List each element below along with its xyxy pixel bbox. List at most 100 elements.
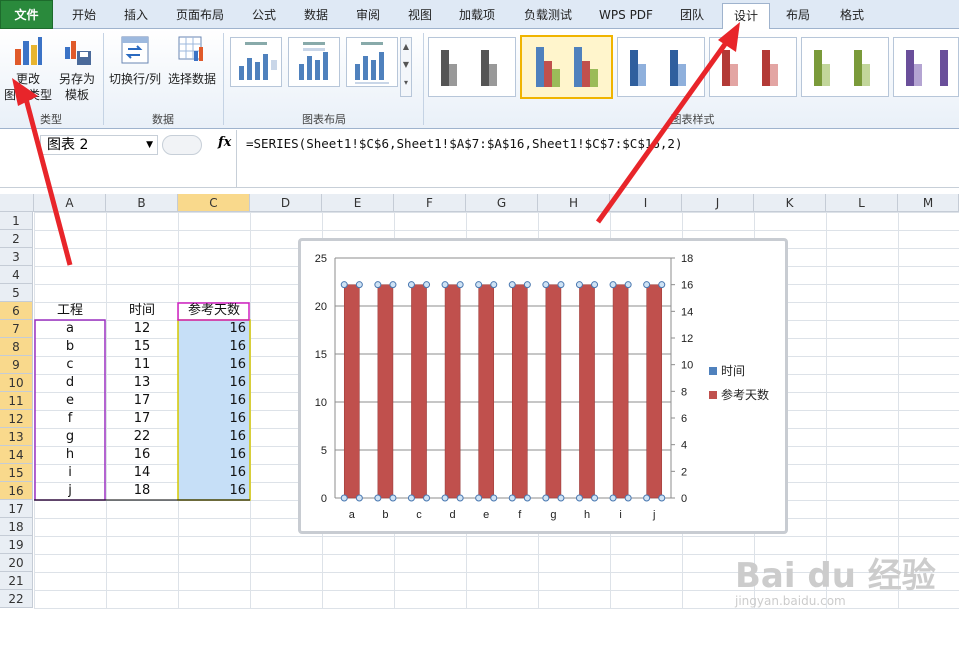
row-header-14[interactable]: 14 bbox=[0, 446, 33, 464]
tab-view[interactable]: 视图 bbox=[394, 3, 446, 29]
table-header-ref-days[interactable]: 参考天数 bbox=[178, 302, 250, 320]
table-cell-time[interactable]: 12 bbox=[106, 320, 178, 338]
row-header-8[interactable]: 8 bbox=[0, 338, 33, 356]
tab-load-test[interactable]: 负载测试 bbox=[510, 3, 586, 29]
table-cell-ref-days[interactable]: 16 bbox=[178, 392, 250, 410]
table-cell-project[interactable]: c bbox=[34, 356, 106, 374]
row-header-12[interactable]: 12 bbox=[0, 410, 33, 428]
col-header-e[interactable]: E bbox=[322, 194, 394, 212]
row-header-20[interactable]: 20 bbox=[0, 554, 33, 572]
chart-style-4[interactable] bbox=[709, 37, 797, 97]
table-cell-time[interactable]: 16 bbox=[106, 446, 178, 464]
table-cell-project[interactable]: g bbox=[34, 428, 106, 446]
table-cell-project[interactable]: a bbox=[34, 320, 106, 338]
row-header-5[interactable]: 5 bbox=[0, 284, 33, 302]
table-cell-project[interactable]: h bbox=[34, 446, 106, 464]
col-header-k[interactable]: K bbox=[754, 194, 826, 212]
formula-input[interactable]: =SERIES(Sheet1!$C$6,Sheet1!$A$7:$A$16,Sh… bbox=[246, 136, 683, 151]
row-header-6[interactable]: 6 bbox=[0, 302, 33, 320]
col-header-a[interactable]: A bbox=[34, 194, 106, 212]
table-cell-time[interactable]: 15 bbox=[106, 338, 178, 356]
table-cell-time[interactable]: 17 bbox=[106, 392, 178, 410]
row-header-16[interactable]: 16 bbox=[0, 482, 33, 500]
table-header-project[interactable]: 工程 bbox=[34, 302, 106, 320]
switch-row-col-button[interactable]: 切换行/列 bbox=[106, 33, 164, 93]
table-cell-project[interactable]: d bbox=[34, 374, 106, 392]
table-cell-ref-days[interactable]: 16 bbox=[178, 464, 250, 482]
tab-format[interactable]: 格式 bbox=[826, 3, 878, 29]
table-cell-time[interactable]: 18 bbox=[106, 482, 178, 500]
tab-wps-pdf[interactable]: WPS PDF bbox=[588, 3, 664, 29]
table-cell-time[interactable]: 14 bbox=[106, 464, 178, 482]
table-cell-time[interactable]: 17 bbox=[106, 410, 178, 428]
table-cell-project[interactable]: i bbox=[34, 464, 106, 482]
table-header-time[interactable]: 时间 bbox=[106, 302, 178, 320]
table-cell-ref-days[interactable]: 16 bbox=[178, 356, 250, 374]
col-header-j[interactable]: J bbox=[682, 194, 754, 212]
row-header-15[interactable]: 15 bbox=[0, 464, 33, 482]
table-cell-ref-days[interactable]: 16 bbox=[178, 482, 250, 500]
chart-style-6[interactable] bbox=[893, 37, 959, 97]
chevron-down-icon[interactable]: ▼ bbox=[146, 136, 153, 154]
row-header-4[interactable]: 4 bbox=[0, 266, 33, 284]
tab-review[interactable]: 审阅 bbox=[342, 3, 394, 29]
table-cell-time[interactable]: 22 bbox=[106, 428, 178, 446]
table-cell-project[interactable]: f bbox=[34, 410, 106, 428]
table-cell-ref-days[interactable]: 16 bbox=[178, 320, 250, 338]
row-header-21[interactable]: 21 bbox=[0, 572, 33, 590]
col-header-l[interactable]: L bbox=[826, 194, 898, 212]
embedded-chart[interactable]: 0 5 10 15 20 25 0 2 4 6 8 10 12 14 16 18 a b c d e f g h i j 时间 参考天… bbox=[298, 238, 788, 534]
tab-addins[interactable]: 加载项 bbox=[446, 3, 508, 29]
table-cell-time[interactable]: 11 bbox=[106, 356, 178, 374]
table-cell-project[interactable]: e bbox=[34, 392, 106, 410]
layout-gallery-scroll[interactable]: ▲ ▼ ▾ bbox=[400, 37, 412, 97]
row-header-22[interactable]: 22 bbox=[0, 590, 33, 608]
tab-page-layout[interactable]: 页面布局 bbox=[164, 3, 236, 29]
row-header-11[interactable]: 11 bbox=[0, 392, 33, 410]
col-header-f[interactable]: F bbox=[394, 194, 466, 212]
col-header-b[interactable]: B bbox=[106, 194, 178, 212]
row-header-17[interactable]: 17 bbox=[0, 500, 33, 518]
row-header-18[interactable]: 18 bbox=[0, 518, 33, 536]
chart-style-5[interactable] bbox=[801, 37, 889, 97]
tab-insert[interactable]: 插入 bbox=[110, 3, 162, 29]
row-header-3[interactable]: 3 bbox=[0, 248, 33, 266]
table-cell-project[interactable]: j bbox=[34, 482, 106, 500]
table-cell-ref-days[interactable]: 16 bbox=[178, 428, 250, 446]
col-header-m[interactable]: M bbox=[898, 194, 959, 212]
chart-layout-2[interactable] bbox=[288, 37, 340, 87]
col-header-d[interactable]: D bbox=[250, 194, 322, 212]
table-cell-time[interactable]: 13 bbox=[106, 374, 178, 392]
col-header-g[interactable]: G bbox=[466, 194, 538, 212]
tab-formulas[interactable]: 公式 bbox=[238, 3, 290, 29]
chart-style-1[interactable] bbox=[428, 37, 516, 97]
table-cell-ref-days[interactable]: 16 bbox=[178, 410, 250, 428]
name-box[interactable]: 图表 2 ▼ bbox=[40, 135, 158, 155]
col-header-h[interactable]: H bbox=[538, 194, 610, 212]
tab-team[interactable]: 团队 bbox=[666, 3, 718, 29]
chart-layout-3[interactable] bbox=[346, 37, 398, 87]
tab-layout[interactable]: 布局 bbox=[772, 3, 824, 29]
row-header-7[interactable]: 7 bbox=[0, 320, 33, 338]
row-header-9[interactable]: 9 bbox=[0, 356, 33, 374]
col-header-c[interactable]: C bbox=[178, 194, 250, 212]
table-cell-project[interactable]: b bbox=[34, 338, 106, 356]
chart-layout-1[interactable] bbox=[230, 37, 282, 87]
change-chart-type-button[interactable]: 更改 图表类型 bbox=[2, 33, 54, 105]
table-cell-ref-days[interactable]: 16 bbox=[178, 374, 250, 392]
save-as-template-button[interactable]: 另存为 模板 bbox=[54, 33, 100, 105]
row-header-1[interactable]: 1 bbox=[0, 212, 33, 230]
tab-design[interactable]: 设计 bbox=[722, 3, 770, 30]
row-header-10[interactable]: 10 bbox=[0, 374, 33, 392]
table-cell-ref-days[interactable]: 16 bbox=[178, 446, 250, 464]
select-data-button[interactable]: 选择数据 bbox=[164, 33, 220, 93]
row-header-13[interactable]: 13 bbox=[0, 428, 33, 446]
tab-home[interactable]: 开始 bbox=[58, 3, 110, 29]
col-header-i[interactable]: I bbox=[610, 194, 682, 212]
fx-icon[interactable]: fx bbox=[218, 135, 231, 150]
select-all-corner[interactable] bbox=[0, 194, 34, 212]
chart-style-3[interactable] bbox=[617, 37, 705, 97]
tab-file[interactable]: 文件 bbox=[0, 0, 53, 29]
row-header-19[interactable]: 19 bbox=[0, 536, 33, 554]
formula-bar-toggle[interactable] bbox=[162, 135, 202, 155]
